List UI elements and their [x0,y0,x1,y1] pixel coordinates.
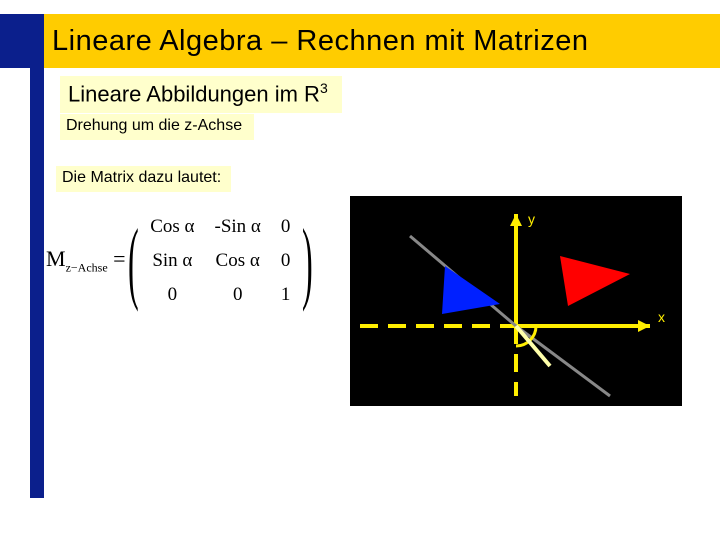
subtitle-box: Lineare Abbildungen im R3 [60,76,342,113]
axes [360,214,650,396]
matrix-cell: 0 [271,244,301,278]
matrix-cell: -Sin α [205,210,271,244]
subtitle-text: Lineare Abbildungen im R [68,81,320,106]
rotation-label: Drehung um die z-Achse [60,114,254,140]
matrix-intro-label: Die Matrix dazu lautet: [56,166,231,192]
equals-sign: = [113,246,125,271]
y-axis-label: y [528,211,535,227]
red-triangle-icon [560,256,630,306]
matrix-cell: 0 [271,210,301,244]
x-axis-label: x [658,309,665,325]
matrix-subscript: z−Achse [66,261,108,275]
matrix-symbol: Mz−Achse = [46,246,126,275]
side-accent-strip [30,68,44,498]
rotation-diagram: x y [350,196,682,406]
slide-title: Lineare Algebra – Rechnen mit Matrizen [52,25,588,58]
left-paren-icon: ( [128,221,139,301]
matrix-row: Cos α -Sin α 0 [140,210,300,244]
matrix-cell: 0 [205,278,271,312]
matrix-cell: 0 [140,278,204,312]
title-bar: Lineare Algebra – Rechnen mit Matrizen [0,14,720,68]
right-paren-icon: ) [302,221,313,301]
matrix-grid: Cos α -Sin α 0 Sin α Cos α 0 0 0 1 [140,210,300,312]
matrix-cell: Sin α [140,244,204,278]
diagram-svg: x y [350,196,682,406]
matrix-cell: Cos α [140,210,204,244]
matrix-block: Mz−Achse = ( Cos α -Sin α 0 Sin α Cos α … [46,210,315,312]
matrix-row: 0 0 1 [140,278,300,312]
matrix-cell: 1 [271,278,301,312]
slide: Lineare Algebra – Rechnen mit Matrizen L… [0,0,720,540]
matrix-M: M [46,246,66,271]
matrix-cell: Cos α [205,244,271,278]
title-accent [0,14,44,68]
subtitle-sup: 3 [320,80,328,96]
matrix-row: Sin α Cos α 0 [140,244,300,278]
